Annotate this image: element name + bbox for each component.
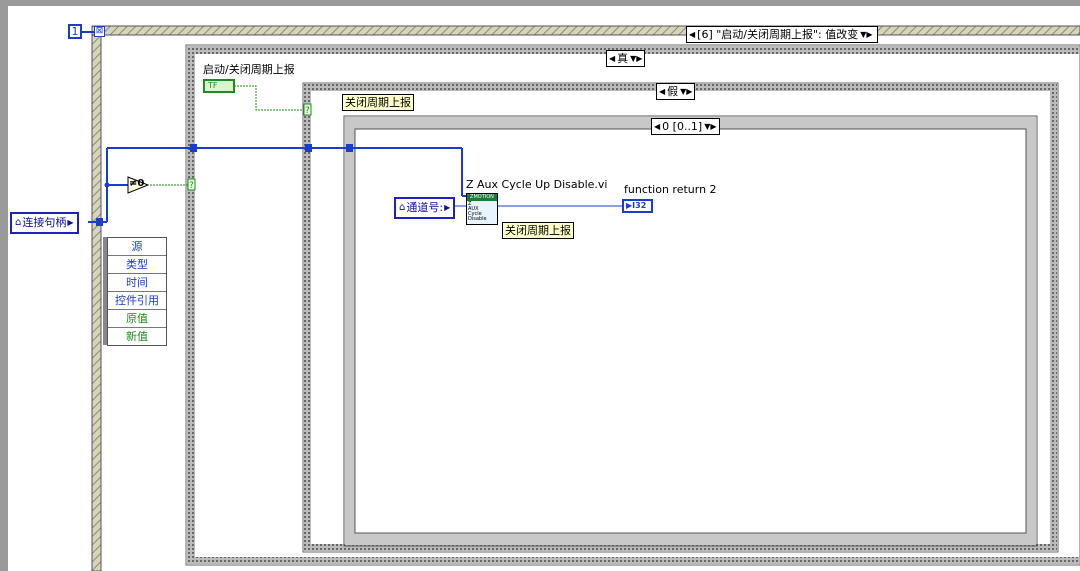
return-indicator-type: I32 [632,201,647,210]
connection-handle-label: 连接句柄 [22,216,67,229]
chevron-down-icon[interactable]: ▼▶ [628,52,644,65]
svg-text:?: ? [305,106,310,116]
event-case-label: [6] "启动/关闭周期上报": 值改变 [697,28,859,41]
case-true-selector[interactable]: ◀ 真 ▼▶ [606,50,646,67]
sequence-selector[interactable]: ◀ 0 [0..1] ▼▶ [651,118,720,135]
svg-text:?: ? [189,181,194,191]
subvi-icon-line: Disable [468,216,487,222]
output-arrow-icon: ▶ [444,203,451,212]
event-field[interactable]: 原值 [108,310,166,328]
close-report-label-top: 关闭周期上报 [342,94,414,111]
decrement-arrow-icon[interactable]: ◀ [687,28,697,41]
return-indicator[interactable]: ▶I32 [622,199,653,213]
event-data-node[interactable]: 源 类型 时间 控件引用 原值 新值 [107,237,167,346]
home-icon: ⌂ [399,202,406,213]
frame-connector [82,31,94,33]
case-false-selector[interactable]: ◀ 假 ▼▶ [656,83,696,100]
chevron-down-icon[interactable]: ▼▶ [678,85,694,98]
decrement-arrow-icon[interactable]: ◀ [657,85,667,98]
frame-close-icon[interactable]: ⊠ [94,26,105,37]
home-icon: ⌂ [15,217,22,228]
event-field[interactable]: 新值 [108,328,166,345]
chevron-down-icon[interactable]: ▼▶ [702,120,718,133]
channel-label: 通道号: [406,201,444,214]
boolean-terminal-text: TF [208,81,218,90]
boolean-control-label: 启动/关闭周期上报 [203,63,295,76]
chevron-down-icon[interactable]: ▼▶ [858,28,874,41]
connection-handle-control[interactable]: ⌂ 连接句柄 ▶ [10,212,79,234]
case-true-label: 真 [617,52,629,65]
event-node-bar [103,237,107,345]
subvi-icon-header: ZMOTION [467,194,497,201]
return-label: function return 2 [624,183,717,196]
channel-number-control[interactable]: ⌂ 通道号: ▶ [394,197,456,219]
event-field[interactable]: 源 [108,238,166,256]
event-field[interactable]: 时间 [108,274,166,292]
output-arrow-icon: ▶ [67,218,74,227]
sequence-label: 0 [0..1] [662,120,703,133]
not-equal-zero-label: ≠0 [129,178,145,189]
event-field[interactable]: 控件引用 [108,292,166,310]
subvi-icon[interactable]: ZMOTION Z AUX Cycle Disable [466,193,498,225]
decrement-arrow-icon[interactable]: ◀ [652,120,662,133]
case-false-label: 假 [667,85,679,98]
subvi-title: Z Aux Cycle Up Disable.vi [466,178,608,191]
event-field[interactable]: 类型 [108,256,166,274]
close-report-label-sub: 关闭周期上报 [502,222,574,239]
boolean-control-terminal[interactable]: TF [203,79,235,93]
frame-number[interactable]: 1 [68,24,82,39]
decrement-arrow-icon[interactable]: ◀ [607,52,617,65]
event-case-selector[interactable]: ◀ [6] "启动/关闭周期上报": 值改变 ▼▶ [686,26,878,43]
